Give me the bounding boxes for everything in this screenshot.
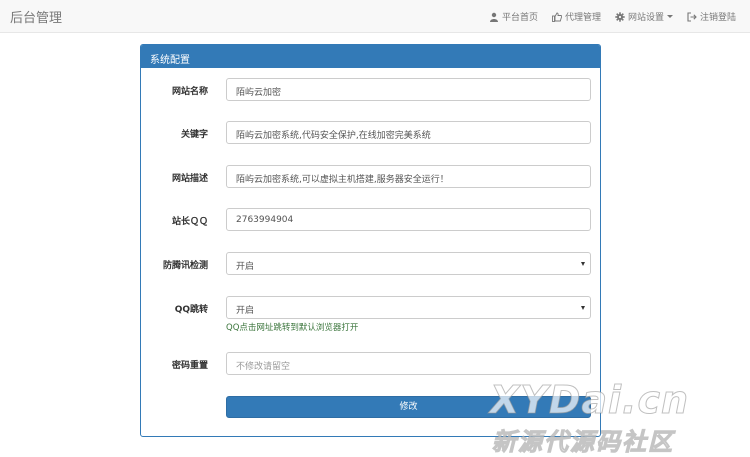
admin-qq-label: 站长ＱＱ (171, 217, 208, 227)
site-name-input[interactable]: 陌屿云加密 (226, 78, 591, 101)
admin-qq-input[interactable]: 2763994904 (226, 208, 591, 231)
form-row-qq-redirect: QQ跳转 开启 QQ点击网址跳转到默认浏览器打开 (141, 296, 600, 333)
qq-redirect-label: QQ跳转 (174, 305, 208, 315)
nav-item-agents[interactable]: 代理管理 (552, 10, 601, 23)
nav-item-logout[interactable]: 注销登陆 (687, 10, 736, 23)
nav-item-label: 网站设置 (627, 13, 664, 23)
form-row-keywords: 关键字 陌屿云加密系统,代码安全保护,在线加密完美系统 (141, 121, 600, 144)
nav-item-label: 平台首页 (501, 13, 538, 23)
qq-redirect-select[interactable]: 开启 (226, 296, 591, 319)
form-row-site-name: 网站名称 陌屿云加密 (141, 78, 600, 101)
keywords-input[interactable]: 陌屿云加密系统,代码安全保护,在线加密完美系统 (226, 121, 591, 144)
thumbs-up-icon (552, 12, 562, 22)
form-row-password-reset: 密码重置 不修改请留空 (141, 352, 600, 375)
nav-item-label: 代理管理 (564, 13, 601, 23)
anti-tencent-label: 防腾讯检测 (162, 261, 208, 271)
form-row-description: 网站描述 陌屿云加密系统,可以虚拟主机搭建,服务器安全运行！ (141, 165, 600, 188)
top-navbar: 后台管理 平台首页 代理管理 网站设置 注销登陆 (0, 0, 750, 33)
form-row-anti-tencent: 防腾讯检测 开启 (141, 252, 600, 275)
description-label: 网站描述 (171, 174, 208, 184)
password-reset-input[interactable]: 不修改请留空 (226, 352, 591, 375)
keywords-label: 关键字 (180, 130, 208, 140)
select-arrow-icon (581, 262, 585, 266)
password-reset-label: 密码重置 (171, 361, 208, 371)
form-row-admin-qq: 站长ＱＱ 2763994904 (141, 208, 600, 231)
description-input[interactable]: 陌屿云加密系统,可以虚拟主机搭建,服务器安全运行！ (226, 165, 591, 188)
panel-title: 系统配置 (141, 45, 600, 68)
nav-item-site-settings[interactable]: 网站设置 (615, 10, 673, 23)
user-icon (489, 12, 498, 22)
logout-icon (687, 11, 697, 22)
qq-redirect-help-text: QQ点击网址跳转到默认浏览器打开 (226, 323, 359, 333)
qq-redirect-select-value: 开启 (236, 306, 255, 316)
anti-tencent-select-value: 开启 (236, 262, 255, 272)
site-name-label: 网站名称 (171, 87, 208, 97)
caret-down-icon (666, 15, 673, 18)
navbar-menu: 平台首页 代理管理 网站设置 注销登陆 (489, 0, 750, 33)
nav-item-label: 注销登陆 (699, 13, 736, 23)
submit-button[interactable]: 修改 (226, 396, 591, 418)
system-config-panel: 系统配置 网站名称 陌屿云加密 关键字 陌屿云加密系统,代码安全保护,在线加密完… (140, 44, 601, 437)
select-arrow-icon (581, 306, 585, 310)
anti-tencent-select[interactable]: 开启 (226, 252, 591, 275)
brand-title[interactable]: 后台管理 (10, 7, 62, 26)
gear-icon (615, 11, 625, 22)
nav-item-home[interactable]: 平台首页 (489, 10, 538, 23)
